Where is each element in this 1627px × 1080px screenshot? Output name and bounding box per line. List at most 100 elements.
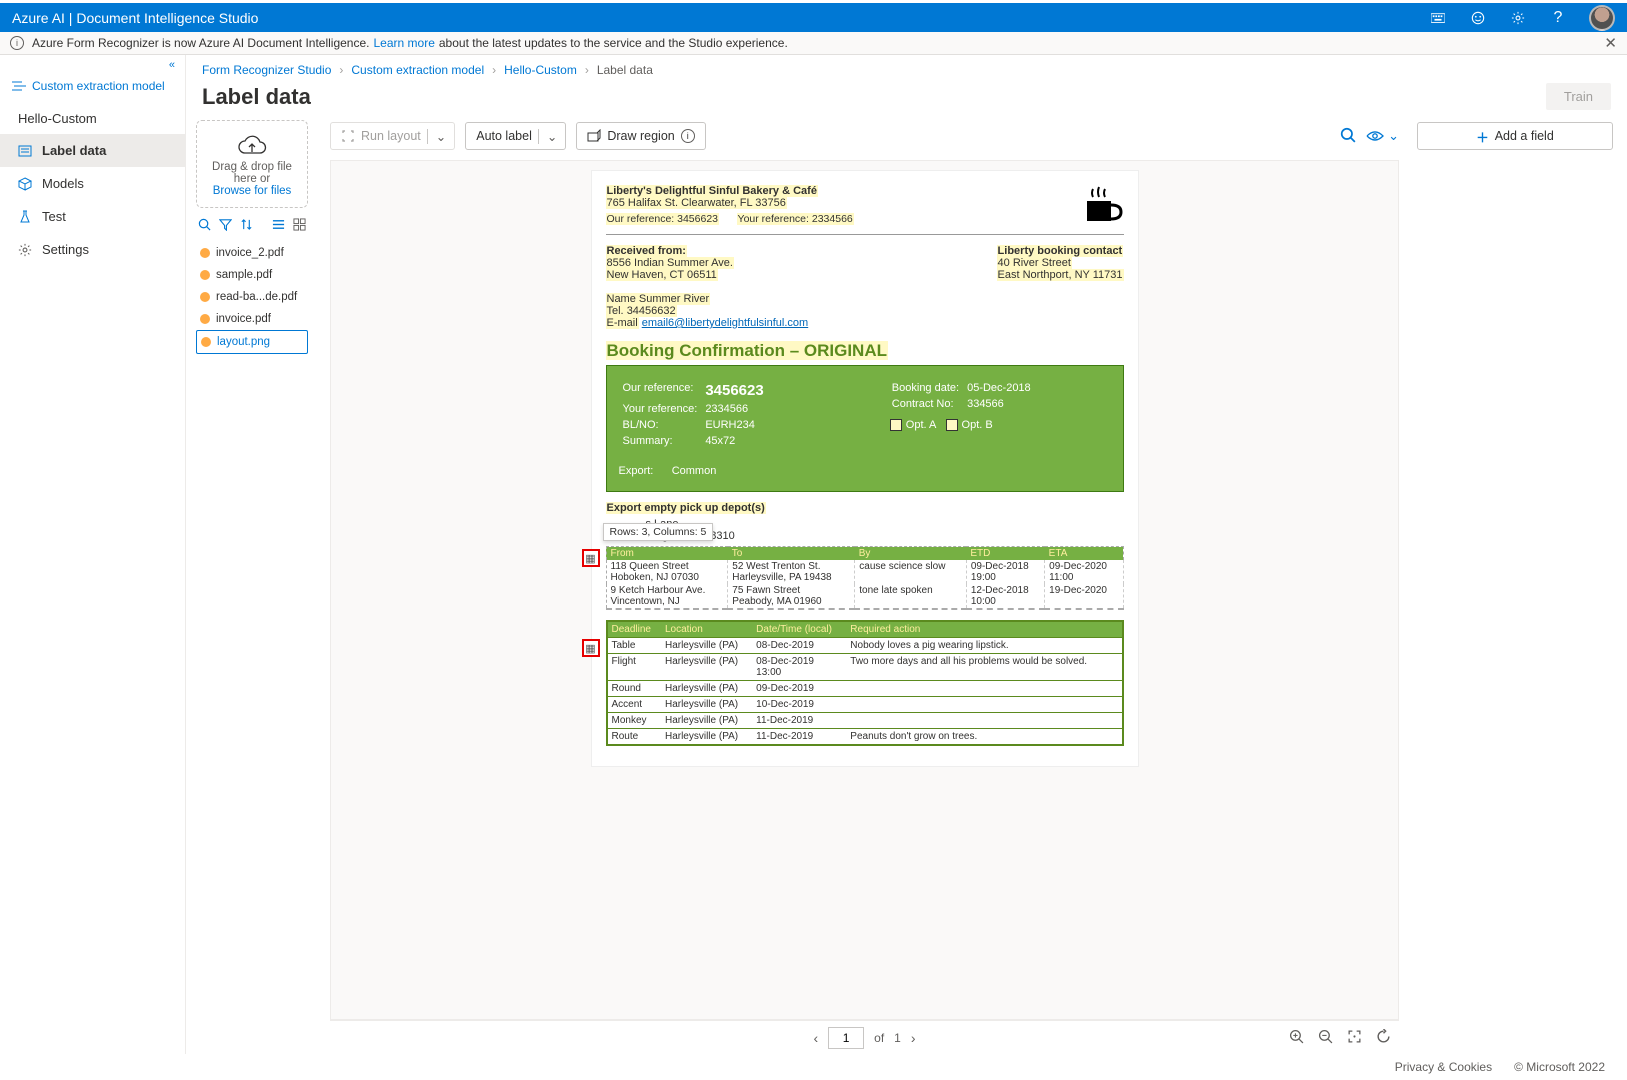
depot-table: FromToByETDETA 118 Queen StreetHoboken, … [606, 546, 1124, 610]
status-dot-icon [200, 292, 210, 302]
left-sidebar: « Custom extraction model Hello-Custom L… [0, 55, 186, 1054]
eye-icon [1366, 130, 1384, 142]
app-header: Azure AI | Document Intelligence Studio … [0, 3, 1627, 32]
fields-panel: ＋ Add a field [1411, 120, 1627, 1054]
breadcrumb-current: Label data [597, 63, 653, 77]
file-item-selected[interactable]: layout.png [196, 330, 308, 354]
status-dot-icon [200, 270, 210, 280]
sidebar-item-label: Test [42, 209, 66, 224]
add-field-button[interactable]: ＋ Add a field [1417, 122, 1613, 150]
status-dot-icon [200, 248, 210, 258]
notice-prefix: Azure Form Recognizer is now Azure AI Do… [32, 36, 370, 50]
breadcrumb-link[interactable]: Hello-Custom [504, 63, 577, 77]
filter-icon[interactable] [219, 218, 232, 234]
coffee-cup-icon [1080, 185, 1124, 228]
table-marker-icon[interactable]: ▦ [582, 549, 600, 567]
smiley-icon[interactable] [1469, 9, 1487, 27]
fit-icon[interactable] [1347, 1029, 1362, 1047]
breadcrumb-link[interactable]: Form Recognizer Studio [202, 63, 331, 77]
notice-suffix: about the latest updates to the service … [439, 36, 788, 50]
label-icon [18, 144, 32, 158]
search-icon[interactable] [1340, 127, 1356, 146]
cloud-upload-icon [203, 135, 301, 161]
privacy-link[interactable]: Privacy & Cookies [1395, 1060, 1492, 1074]
info-icon: i [10, 36, 24, 50]
zoom-in-icon[interactable] [1289, 1029, 1304, 1047]
main-area: Form Recognizer Studio › Custom extractio… [186, 55, 1627, 1054]
dropzone[interactable]: Drag & drop file here or Browse for file… [196, 120, 308, 208]
help-icon[interactable]: ? [1549, 9, 1567, 27]
gear-icon [18, 243, 32, 257]
table-tooltip: Rows: 3, Columns: 5 [603, 523, 714, 541]
sidebar-item-label: Settings [42, 242, 89, 257]
page-input[interactable] [828, 1027, 864, 1049]
zoom-out-icon[interactable] [1318, 1029, 1333, 1047]
next-page-button[interactable]: › [911, 1030, 916, 1046]
document-page: Liberty's Delightful Sinful Bakery & Caf… [592, 171, 1138, 766]
doc-ref-line: Our reference: 3456623 Your reference: 2… [606, 213, 854, 225]
draw-region-button[interactable]: Draw region i [576, 122, 705, 150]
scan-icon [341, 129, 355, 143]
gear-icon[interactable] [1509, 9, 1527, 27]
file-item[interactable]: sample.pdf [196, 264, 308, 286]
chevron-down-icon[interactable]: ⌄ [538, 129, 565, 144]
status-dot-icon [200, 314, 210, 324]
rotate-icon[interactable] [1376, 1029, 1391, 1047]
canvas-toolbar: Run layout ⌄ Auto label ⌄ Draw region i [318, 120, 1411, 160]
keyboard-icon[interactable] [1429, 9, 1447, 27]
project-name: Hello-Custom [0, 103, 185, 134]
file-item[interactable]: read-ba...de.pdf [196, 286, 308, 308]
breadcrumb-link[interactable]: Custom extraction model [351, 63, 484, 77]
notice-learn-more-link[interactable]: Learn more [374, 36, 435, 50]
doc-address: 765 Halifax St. Clearwater, FL 33756 [606, 197, 854, 209]
region-icon [587, 129, 601, 143]
document-viewport[interactable]: Liberty's Delightful Sinful Bakery & Caf… [330, 160, 1399, 1020]
sort-icon[interactable] [240, 218, 253, 234]
received-from-block: Received from: 8556 Indian Summer Ave. N… [606, 245, 809, 329]
file-item[interactable]: invoice.pdf [196, 308, 308, 330]
file-item[interactable]: invoice_2.pdf [196, 242, 308, 264]
sidebar-item-label-data[interactable]: Label data [0, 134, 185, 167]
sidebar-item-settings[interactable]: Settings [0, 233, 185, 266]
status-dot-icon [201, 337, 211, 347]
grid-view-icon[interactable] [293, 218, 306, 234]
list-view-icon[interactable] [272, 218, 285, 234]
copyright: © Microsoft 2022 [1514, 1060, 1605, 1074]
sidebar-item-test[interactable]: Test [0, 200, 185, 233]
doc-company: Liberty's Delightful Sinful Bakery & Caf… [606, 185, 854, 197]
doc-email-link: email6@libertydelightfulsinful.com [642, 317, 808, 329]
train-button[interactable]: Train [1546, 83, 1611, 110]
pager-of-label: of [874, 1031, 884, 1045]
avatar[interactable] [1589, 5, 1615, 31]
dropzone-text2: here or [203, 173, 301, 185]
chevron-down-icon[interactable]: ⌄ [427, 129, 454, 144]
table-marker-icon[interactable]: ▦ [582, 639, 600, 657]
plus-icon: ＋ [1476, 127, 1489, 146]
auto-label-button[interactable]: Auto label ⌄ [465, 122, 566, 150]
schedule-table: DeadlineLocationDate/Time (local)Require… [606, 620, 1124, 746]
collapse-sidebar-button[interactable]: « [0, 55, 185, 71]
files-panel: Drag & drop file here or Browse for file… [186, 120, 318, 1054]
sidebar-item-label: Label data [42, 143, 106, 158]
model-type-heading[interactable]: Custom extraction model [0, 71, 185, 103]
doc-section-title: Booking Confirmation – ORIGINAL [606, 341, 1124, 361]
app-title: Azure AI | Document Intelligence Studio [12, 10, 258, 26]
footer: Privacy & Cookies © Microsoft 2022 [1373, 1054, 1627, 1080]
close-icon[interactable]: ✕ [1604, 34, 1617, 52]
prev-page-button[interactable]: ‹ [813, 1030, 818, 1046]
booking-contact-block: Liberty booking contact 40 River Street … [997, 245, 1124, 329]
dropzone-text1: Drag & drop file [203, 161, 301, 173]
run-layout-button[interactable]: Run layout ⌄ [330, 122, 455, 150]
search-icon[interactable] [198, 218, 211, 234]
pager: ‹ of 1 › [330, 1020, 1399, 1054]
browse-files-link[interactable]: Browse for files [203, 185, 301, 197]
flask-icon [18, 210, 32, 224]
chevron-down-icon: ⌄ [1388, 128, 1399, 144]
cube-icon [18, 177, 32, 191]
info-icon: i [681, 129, 695, 143]
sidebar-item-models[interactable]: Models [0, 167, 185, 200]
canvas-panel: Run layout ⌄ Auto label ⌄ Draw region i [318, 120, 1411, 1054]
notice-bar: i Azure Form Recognizer is now Azure AI … [0, 32, 1627, 55]
depot-title: Export empty pick up depot(s) [606, 502, 1124, 514]
layer-visibility-toggle[interactable]: ⌄ [1366, 128, 1399, 144]
